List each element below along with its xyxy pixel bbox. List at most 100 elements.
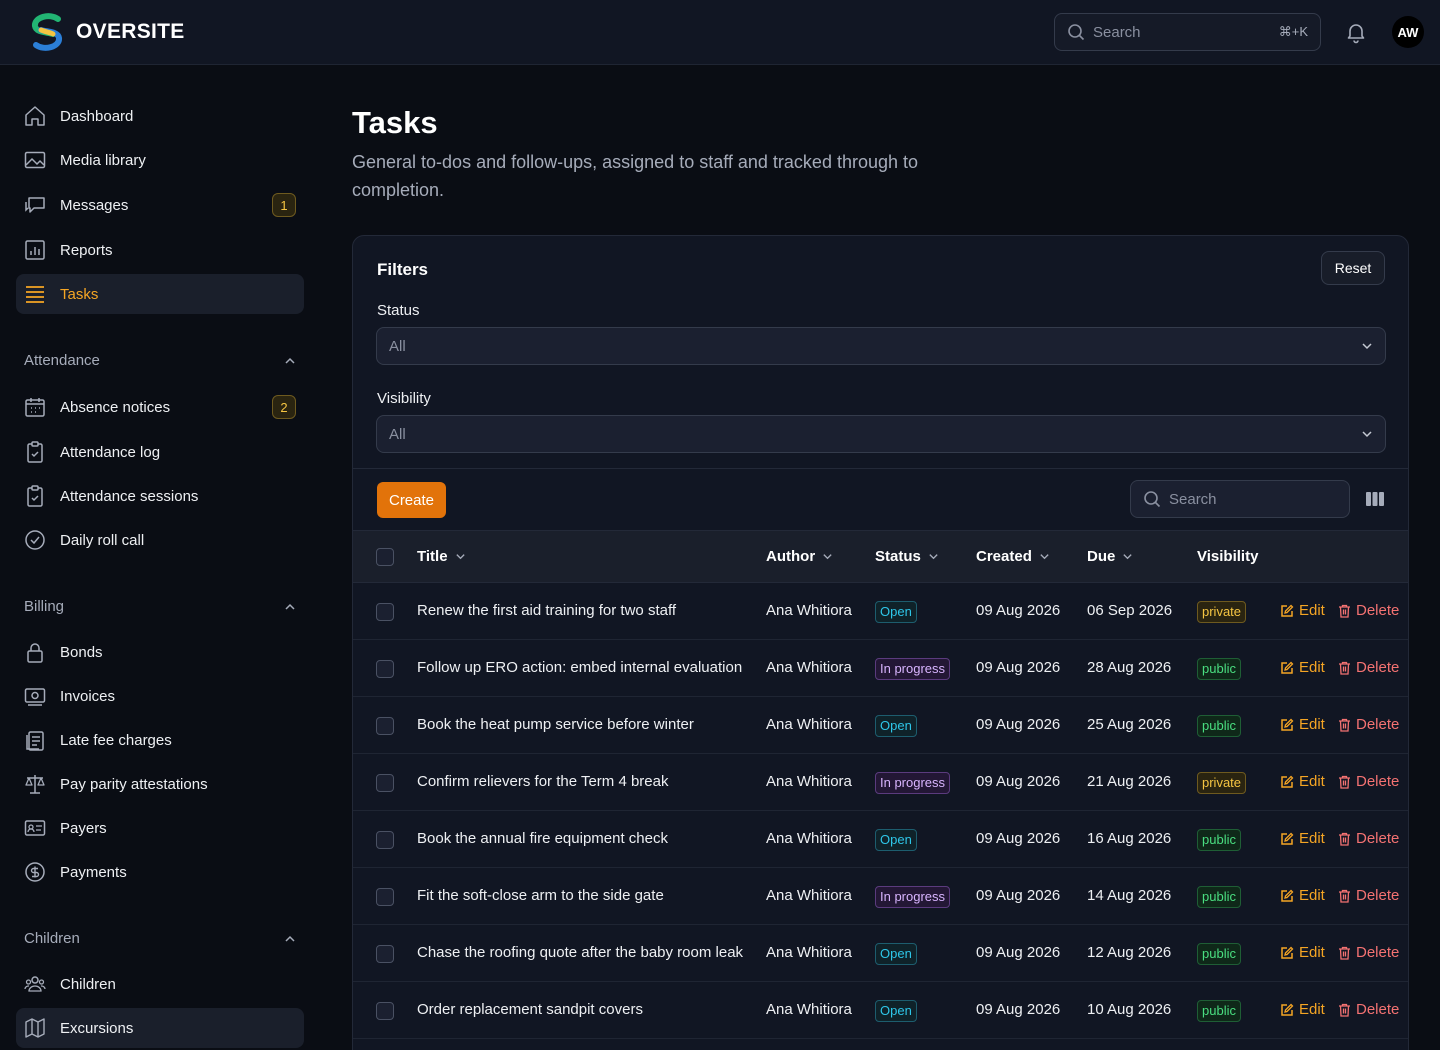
- table-row[interactable]: Fit the soft-close arm to the side gate A…: [353, 868, 1408, 925]
- column-header-visibility: Visibility: [1197, 548, 1258, 565]
- sidebar-item-messages[interactable]: Messages 1: [16, 185, 304, 225]
- trash-icon: [1339, 946, 1350, 960]
- table-row[interactable]: Order replacement sandpit covers Ana Whit…: [353, 982, 1408, 1039]
- edit-button[interactable]: Edit: [1280, 659, 1325, 676]
- status-filter-select[interactable]: All: [376, 327, 1386, 365]
- edit-label: Edit: [1299, 602, 1325, 619]
- sidebar-item-payments[interactable]: Payments: [16, 852, 304, 892]
- visibility-filter-select[interactable]: All: [376, 415, 1386, 453]
- column-header-author[interactable]: Author: [766, 548, 833, 565]
- column-header-status[interactable]: Status: [875, 548, 939, 565]
- task-title[interactable]: Follow up ERO action: embed internal eva…: [417, 659, 742, 676]
- column-header-due[interactable]: Due: [1087, 548, 1133, 565]
- columns-icon[interactable]: [1366, 491, 1384, 507]
- task-title[interactable]: Book the annual fire equipment check: [417, 830, 668, 847]
- task-title[interactable]: Confirm relievers for the Term 4 break: [417, 773, 668, 790]
- task-due: 21 Aug 2026: [1087, 773, 1172, 790]
- visibility-badge: public: [1197, 658, 1241, 680]
- visibility-badge: public: [1197, 886, 1241, 908]
- task-title[interactable]: Chase the roofing quote after the baby r…: [417, 944, 743, 961]
- row-checkbox[interactable]: [376, 603, 394, 621]
- row-checkbox[interactable]: [376, 660, 394, 678]
- delete-label: Delete: [1356, 944, 1400, 961]
- sidebar-item-dashboard[interactable]: Dashboard: [16, 96, 304, 136]
- delete-button[interactable]: Delete: [1338, 1001, 1399, 1018]
- sidebar-item-payers[interactable]: Payers: [16, 808, 304, 848]
- section-children[interactable]: Children: [24, 930, 296, 947]
- delete-button[interactable]: Delete: [1338, 887, 1399, 904]
- column-header-title[interactable]: Title: [417, 548, 466, 565]
- table-search-input[interactable]: Search: [1130, 480, 1350, 518]
- section-billing[interactable]: Billing: [24, 598, 296, 615]
- delete-button[interactable]: Delete: [1338, 773, 1399, 790]
- table-row[interactable]: Book the annual fire equipment check Ana …: [353, 811, 1408, 868]
- trash-icon: [1339, 832, 1350, 846]
- task-due: 06 Sep 2026: [1087, 602, 1173, 619]
- task-title[interactable]: Order replacement sandpit covers: [417, 1001, 643, 1018]
- select-all-checkbox[interactable]: [376, 548, 394, 566]
- sidebar-item-label: Invoices: [60, 687, 116, 705]
- column-header-created[interactable]: Created: [976, 548, 1050, 565]
- chart-icon: [25, 240, 45, 260]
- row-checkbox[interactable]: [376, 717, 394, 735]
- edit-button[interactable]: Edit: [1280, 944, 1325, 961]
- delete-button[interactable]: Delete: [1338, 659, 1399, 676]
- chevron-down-icon: [1123, 554, 1132, 560]
- sidebar-item-attendance-sessions[interactable]: Attendance sessions: [16, 476, 304, 516]
- visibility-badge: private: [1197, 772, 1247, 794]
- task-title[interactable]: Fit the soft-close arm to the side gate: [417, 887, 664, 904]
- sidebar-item-attendance-log[interactable]: Attendance log: [16, 432, 304, 472]
- sidebar-item-excursions[interactable]: Excursions: [16, 1008, 304, 1048]
- table-row[interactable]: Confirm relievers for the Term 4 break An…: [353, 754, 1408, 811]
- delete-button[interactable]: Delete: [1338, 602, 1399, 619]
- task-title[interactable]: Book the heat pump service before winter: [417, 716, 694, 733]
- edit-button[interactable]: Edit: [1280, 602, 1325, 619]
- section-attendance[interactable]: Attendance: [24, 352, 296, 369]
- global-search-input[interactable]: Search ⌘+K: [1054, 13, 1321, 51]
- table-row[interactable]: Renew the first aid training for two sta…: [353, 583, 1408, 640]
- table-row[interactable]: Chase the roofing quote after the baby r…: [353, 925, 1408, 982]
- edit-button[interactable]: Edit: [1280, 830, 1325, 847]
- delete-button[interactable]: Delete: [1338, 716, 1399, 733]
- task-created: 09 Aug 2026: [976, 1001, 1061, 1018]
- edit-button[interactable]: Edit: [1280, 1001, 1325, 1018]
- table-row[interactable]: Book the heat pump service before winter…: [353, 697, 1408, 754]
- bell-icon[interactable]: [1344, 20, 1368, 44]
- sidebar-item-absence-notices[interactable]: Absence notices 2: [16, 387, 304, 427]
- task-title[interactable]: Renew the first aid training for two sta…: [417, 602, 676, 619]
- avatar[interactable]: AW: [1392, 16, 1424, 48]
- row-checkbox[interactable]: [376, 831, 394, 849]
- sidebar-item-reports[interactable]: Reports: [16, 230, 304, 270]
- sidebar-item-pay-parity-attestations[interactable]: Pay parity attestations: [16, 764, 304, 804]
- edit-button[interactable]: Edit: [1280, 773, 1325, 790]
- edit-button[interactable]: Edit: [1280, 887, 1325, 904]
- row-checkbox[interactable]: [376, 1002, 394, 1020]
- create-button[interactable]: Create: [377, 482, 446, 518]
- delete-button[interactable]: Delete: [1338, 830, 1399, 847]
- sidebar-item-bonds[interactable]: Bonds: [16, 632, 304, 672]
- sidebar-item-label: Messages: [60, 196, 129, 214]
- brand-name: OVERSITE: [76, 20, 185, 43]
- top-bar: OVERSITE Search ⌘+K AW: [0, 0, 1440, 65]
- table-row[interactable]: Follow up ERO action: embed internal eva…: [353, 640, 1408, 697]
- sidebar-item-daily-roll-call[interactable]: Daily roll call: [16, 520, 304, 560]
- sidebar-item-late-fee-charges[interactable]: Late fee charges: [16, 720, 304, 760]
- task-due: 25 Aug 2026: [1087, 716, 1172, 733]
- row-checkbox[interactable]: [376, 774, 394, 792]
- column-header-label: Created: [976, 548, 1032, 565]
- brand[interactable]: OVERSITE: [28, 13, 185, 51]
- delete-label: Delete: [1356, 659, 1400, 676]
- row-checkbox[interactable]: [376, 945, 394, 963]
- sidebar-item-tasks[interactable]: Tasks: [16, 274, 304, 314]
- delete-button[interactable]: Delete: [1338, 944, 1399, 961]
- sidebar-item-media-library[interactable]: Media library: [16, 140, 304, 180]
- lock-icon: [27, 643, 43, 663]
- chevron-down-icon: [929, 554, 938, 560]
- edit-button[interactable]: Edit: [1280, 716, 1325, 733]
- sidebar-item-invoices[interactable]: Invoices: [16, 676, 304, 716]
- row-checkbox[interactable]: [376, 888, 394, 906]
- sidebar-item-children[interactable]: Children: [16, 964, 304, 1004]
- edit-label: Edit: [1299, 773, 1325, 790]
- reset-button[interactable]: Reset: [1321, 251, 1385, 285]
- delete-label: Delete: [1356, 716, 1400, 733]
